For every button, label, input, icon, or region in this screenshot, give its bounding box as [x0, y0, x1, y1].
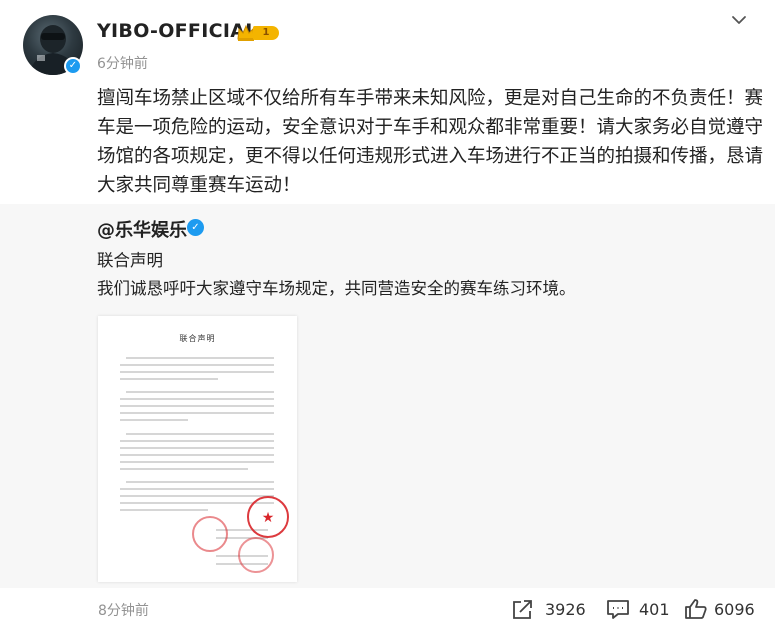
repost-username[interactable]: @乐华娱乐 [97, 216, 187, 242]
verified-icon: ✓ [187, 219, 204, 236]
share-button[interactable]: 3926 [511, 596, 601, 624]
document-text-lines: ★ [120, 357, 289, 573]
svg-text:★: ★ [262, 510, 275, 526]
post-text: 擅闯车场禁止区域不仅给所有车手带来未知风险，更是对自己生命的不负责任！赛 车是一… [97, 84, 764, 200]
repost-text: 我们诚恳呼吁大家遵守车场规定，共同营造安全的赛车练习环境。 [97, 279, 576, 298]
like-button[interactable]: 6096 [684, 596, 774, 624]
verified-badge: ✓ [64, 57, 82, 75]
post-text-line: 大家共同尊重赛车运动！ [97, 175, 301, 196]
post-text-line: 车是一项危险的运动，安全意识对于车手和观众都非常重要！请大家务必自觉遵守 [97, 117, 764, 138]
level-badge[interactable]: 1 [236, 23, 280, 43]
post-text-line: 场馆的各项规定，更不得以任何违规形式进入车场进行不正当的拍摄和传播，恳请 [97, 146, 764, 167]
weibo-post: ✓ YIBO-OFFICIAL 1 6分钟前 擅闯车场禁止区域不仅给所有车手带来… [0, 0, 775, 640]
like-count: 6096 [714, 600, 755, 619]
statement-image[interactable]: 联合声明 ★ [98, 316, 297, 582]
repost-title: 联合声明 [97, 251, 163, 270]
chevron-down-icon[interactable] [729, 10, 749, 30]
share-icon [513, 600, 532, 619]
share-count: 3926 [545, 600, 586, 619]
post-time[interactable]: 6分钟前 [97, 53, 148, 73]
reposted-content[interactable]: @乐华娱乐 ✓ 联合声明 我们诚恳呼吁大家遵守车场规定，共同营造安全的赛车练习环… [0, 204, 775, 588]
level-number: 1 [253, 26, 279, 40]
like-icon [685, 599, 707, 619]
comment-icon [607, 600, 629, 619]
repost-time[interactable]: 8分钟前 [98, 600, 149, 620]
author-name[interactable]: YIBO-OFFICIAL [97, 20, 258, 42]
seal-stamp [192, 496, 289, 573]
comment-button[interactable]: 401 [606, 596, 676, 624]
comment-count: 401 [639, 600, 670, 619]
verified-icon: ✓ [66, 59, 80, 73]
post-text-line: 擅闯车场禁止区域不仅给所有车手带来未知风险，更是对自己生命的不负责任！赛 [97, 88, 764, 109]
